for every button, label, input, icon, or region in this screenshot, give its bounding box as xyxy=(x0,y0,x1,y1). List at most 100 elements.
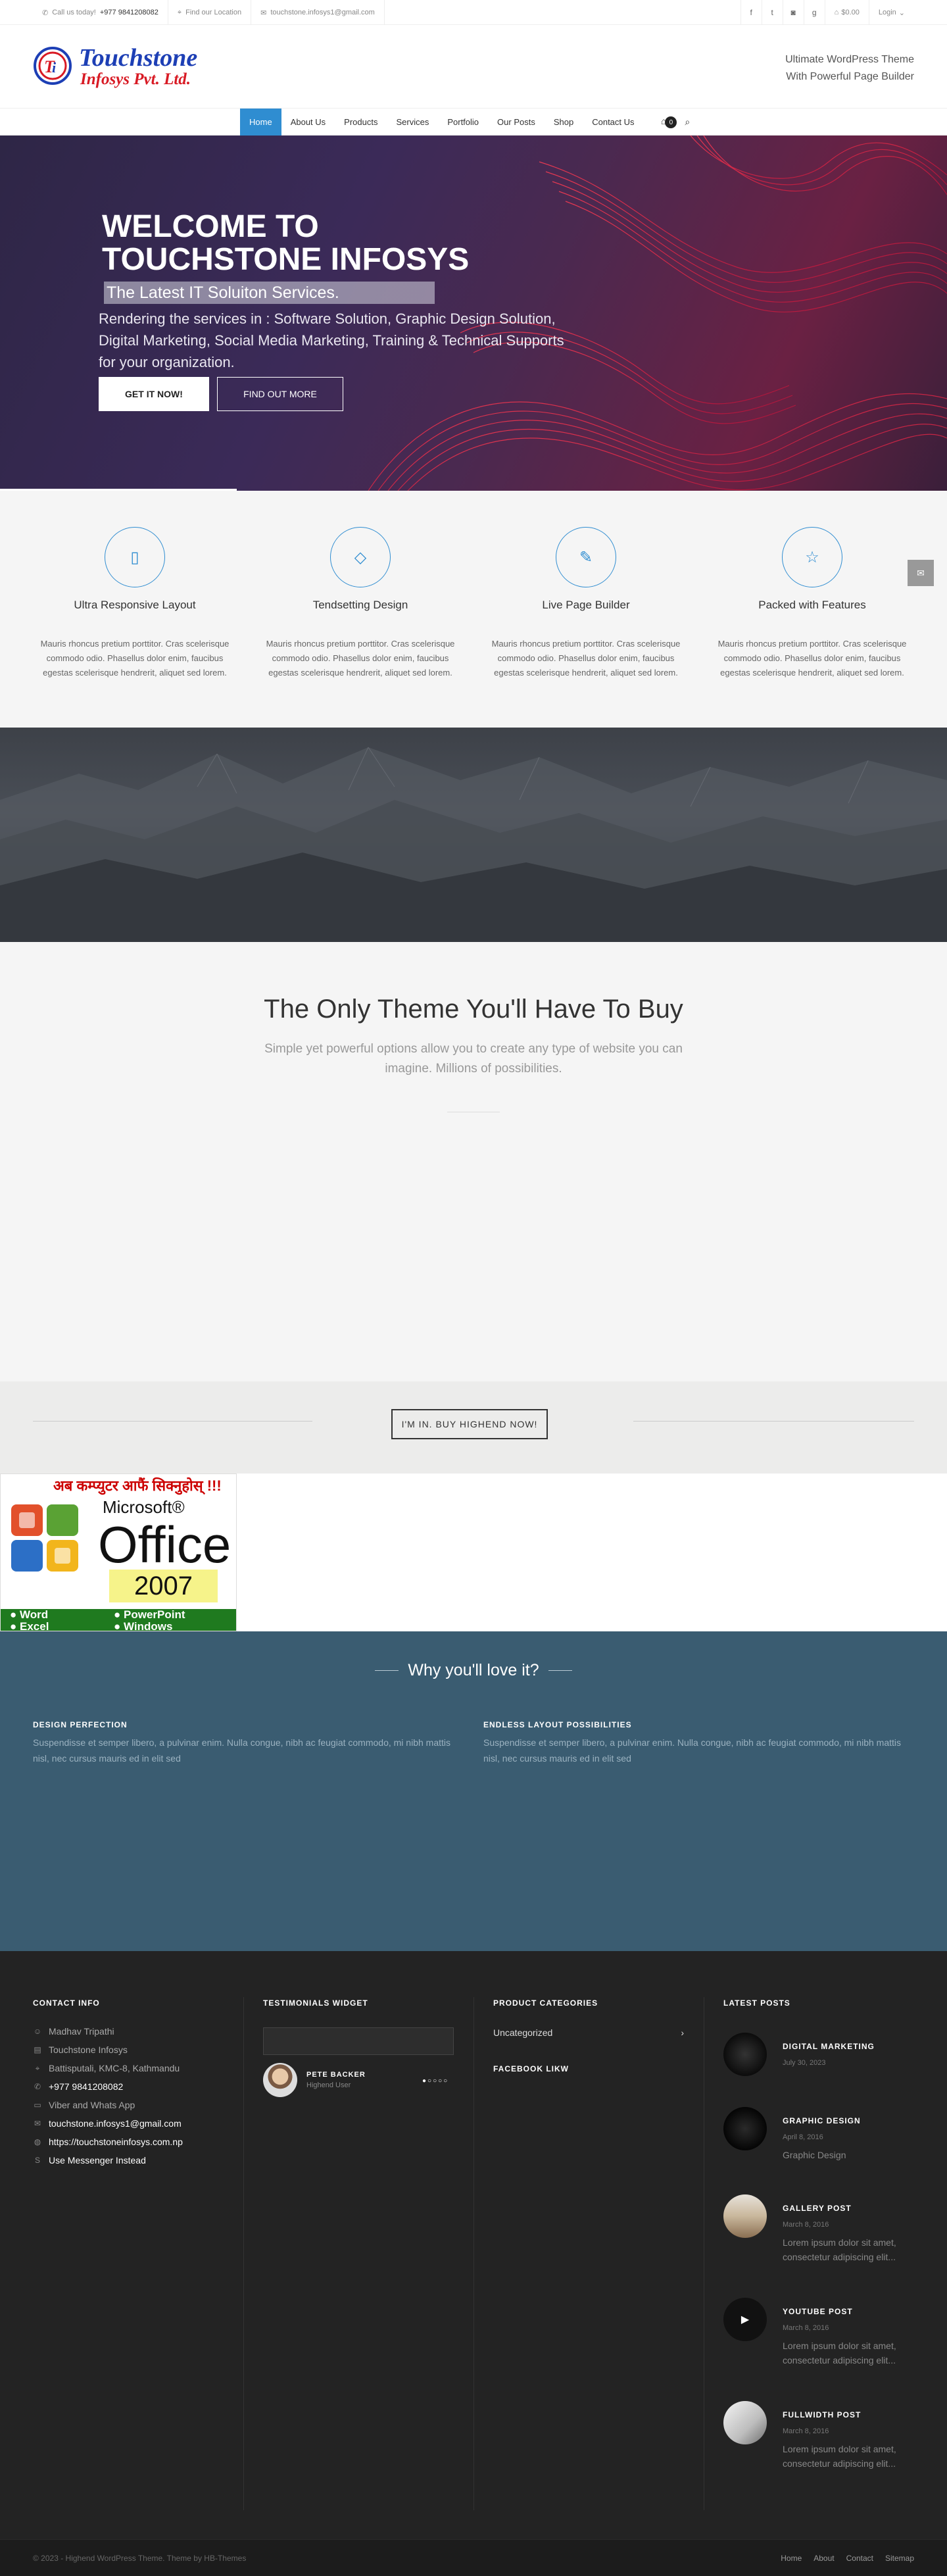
top-bar: ✆ Call us today! +977 9841208082 ⌖ Find … xyxy=(0,0,947,25)
nav-services[interactable]: Services xyxy=(387,109,438,136)
footer-link-sitemap[interactable]: Sitemap xyxy=(885,2554,914,2563)
testimonial-name: PETE BACKER xyxy=(306,2071,366,2079)
footer-link-home[interactable]: Home xyxy=(781,2554,802,2563)
nav-products[interactable]: Products xyxy=(335,109,387,136)
office-2007-ad-banner[interactable]: अब कम्प्युटर आफैं सिक्नुहोस् !!! Microso… xyxy=(0,1474,237,1631)
call-label: Call us today! xyxy=(52,9,96,16)
testimonial-pagination[interactable]: ●○○○○ xyxy=(422,2077,449,2085)
nav-cart-button[interactable]: ⌂ 0 xyxy=(661,116,677,129)
contact-phone[interactable]: ✆ +977 9841208082 xyxy=(33,2077,230,2096)
cart-total: $0.00 xyxy=(841,9,860,16)
nav-about-us[interactable]: About Us xyxy=(281,109,335,136)
post-date: March 8, 2016 xyxy=(783,2324,829,2332)
location-link[interactable]: ⌖ Find our Location xyxy=(168,0,252,25)
footer-link-about[interactable]: About xyxy=(813,2554,834,2563)
category-label: Uncategorized xyxy=(493,2027,553,2038)
nav-portfolio[interactable]: Portfolio xyxy=(438,109,488,136)
get-it-now-button[interactable]: GET IT NOW! xyxy=(99,377,209,411)
pencil-icon: ✎ xyxy=(556,527,616,587)
envelope-icon: ✉ xyxy=(260,9,267,17)
why-col-text: Suspendisse et semper libero, a pulvinar… xyxy=(33,1737,450,1764)
cart-link[interactable]: ⌂ $0.00 xyxy=(824,0,869,25)
latest-post[interactable]: FULLWIDTH POST March 8, 2016 Lorem ipsum… xyxy=(723,2401,921,2469)
logo-subname: Infosys Pvt. Ltd. xyxy=(80,70,191,88)
ad-row: अब कम्प्युटर आफैं सिक्नुहोस् !!! Microso… xyxy=(0,1474,947,1631)
diamond-icon: ◇ xyxy=(330,527,391,587)
post-title: YOUTUBE POST xyxy=(783,2307,853,2316)
login-dropdown[interactable]: Login ⌄ xyxy=(868,0,914,25)
latest-post[interactable]: GALLERY POST March 8, 2016 Lorem ipsum d… xyxy=(723,2194,921,2262)
location-icon: ⌖ xyxy=(35,2063,40,2073)
nav-home[interactable]: Home xyxy=(240,109,281,136)
nav-our-posts[interactable]: Our Posts xyxy=(488,109,545,136)
avatar xyxy=(263,2063,297,2097)
hero-slider: WELCOME TO TOUCHSTONE INFOSYS The Latest… xyxy=(0,136,947,491)
contact-text: touchstone.infosys1@gmail.com xyxy=(49,2118,182,2129)
post-date: April 8, 2016 xyxy=(783,2133,823,2141)
print-icon: ▭ xyxy=(34,2100,41,2110)
feature-text: Mauris rhoncus pretium porttitor. Cras s… xyxy=(266,639,455,678)
only-theme-section: The Only Theme You'll Have To Buy Simple… xyxy=(0,942,947,1381)
post-title: GRAPHIC DESIGN xyxy=(783,2116,861,2125)
facebook-icon[interactable]: f xyxy=(740,0,762,25)
why-col-title: DESIGN PERFECTION xyxy=(33,1720,128,1729)
building-icon: ▤ xyxy=(34,2045,41,2054)
why-col-text: Suspendisse et semper libero, a pulvinar… xyxy=(483,1737,901,1764)
latest-post[interactable]: ▶ YOUTUBE POST March 8, 2016 Lorem ipsum… xyxy=(723,2298,921,2365)
nav-contact-us[interactable]: Contact Us xyxy=(583,109,643,136)
chevron-down-icon: ⌄ xyxy=(898,9,905,17)
category-item[interactable]: Uncategorized › xyxy=(493,2027,684,2038)
latest-post[interactable]: DIGITAL MARKETING July 30, 2023 xyxy=(723,2033,921,2098)
site-footer: CONTACT INFO ☺ Madhav Tripathi ▤ Touchston… xyxy=(0,1951,947,2539)
buy-highend-button[interactable]: I'M IN. BUY HIGHEND NOW! xyxy=(391,1409,548,1439)
post-excerpt: Graphic Design xyxy=(783,2150,846,2160)
ad-year: 2007 xyxy=(109,1570,218,1602)
search-icon[interactable]: ⌕ xyxy=(685,116,690,128)
contact-viber: ▭ Viber and Whats App xyxy=(33,2096,230,2114)
bag-icon: ⌂ xyxy=(834,9,839,16)
phone-number[interactable]: +977 9841208082 xyxy=(100,9,158,16)
globe-icon: ◍ xyxy=(34,2137,41,2146)
hero-title-line-2: TOUCHSTONE INFOSYS xyxy=(102,242,470,277)
parallax-mountain-image xyxy=(0,728,947,942)
feature-text: Mauris rhoncus pretium porttitor. Cras s… xyxy=(40,639,230,678)
ad-office: Office xyxy=(98,1516,231,1573)
instagram-icon[interactable]: ◙ xyxy=(782,0,804,25)
star-icon: ☆ xyxy=(782,527,842,587)
map-pin-icon: ⌖ xyxy=(177,8,182,16)
hero-title-line-1: WELCOME TO xyxy=(102,209,319,244)
contact-text: Viber and Whats App xyxy=(49,2100,135,2110)
ad-item: ● Windows xyxy=(114,1620,173,1631)
footer-link-contact[interactable]: Contact xyxy=(846,2554,873,2563)
post-date: March 8, 2016 xyxy=(783,2427,829,2435)
logo-mark-icon: T i xyxy=(34,47,72,85)
post-title: FULLWIDTH POST xyxy=(783,2410,862,2419)
ad-item: ● Excel xyxy=(10,1620,49,1631)
cart-count-badge: 0 xyxy=(665,116,677,129)
post-thumbnail xyxy=(723,2194,767,2238)
contact-website[interactable]: ◍ https://touchstoneinfosys.com.np xyxy=(33,2133,230,2151)
contact-title: CONTACT INFO xyxy=(33,1998,100,2008)
nav-shop[interactable]: Shop xyxy=(545,109,583,136)
footer-divider xyxy=(243,1997,244,2510)
call-info: ✆ Call us today! +977 9841208082 xyxy=(33,0,168,25)
title-dash-right xyxy=(548,1670,572,1671)
play-icon: ▶ xyxy=(723,2298,767,2341)
latest-post[interactable]: GRAPHIC DESIGN April 8, 2016 Graphic Des… xyxy=(723,2107,921,2173)
google-plus-icon[interactable]: g xyxy=(803,0,825,25)
contact-text: Touchstone Infosys xyxy=(49,2044,128,2055)
side-mail-icon[interactable]: ✉ xyxy=(908,560,934,586)
email-link[interactable]: ✉ touchstone.infosys1@gmail.com xyxy=(251,0,385,25)
contact-address: ⌖ Battisputali, KMC-8, Kathmandu xyxy=(33,2059,230,2077)
post-excerpt: Lorem ipsum dolor sit amet, consectetur … xyxy=(783,2237,896,2262)
copyright-text: © 2023 - Highend WordPress Theme. Theme … xyxy=(33,2554,247,2563)
email-label: touchstone.infosys1@gmail.com xyxy=(270,9,375,16)
contact-messenger[interactable]: S Use Messenger Instead xyxy=(33,2151,230,2169)
phone-icon: ✆ xyxy=(34,2082,41,2091)
twitter-icon[interactable]: t xyxy=(761,0,783,25)
find-out-more-button[interactable]: FIND OUT MORE xyxy=(217,377,343,411)
contact-email[interactable]: ✉ touchstone.infosys1@gmail.com xyxy=(33,2114,230,2133)
phone-icon: ✆ xyxy=(42,9,49,17)
login-label: Login xyxy=(878,9,896,16)
site-logo[interactable]: T i Touchstone Infosys Pvt. Ltd. xyxy=(33,45,210,91)
